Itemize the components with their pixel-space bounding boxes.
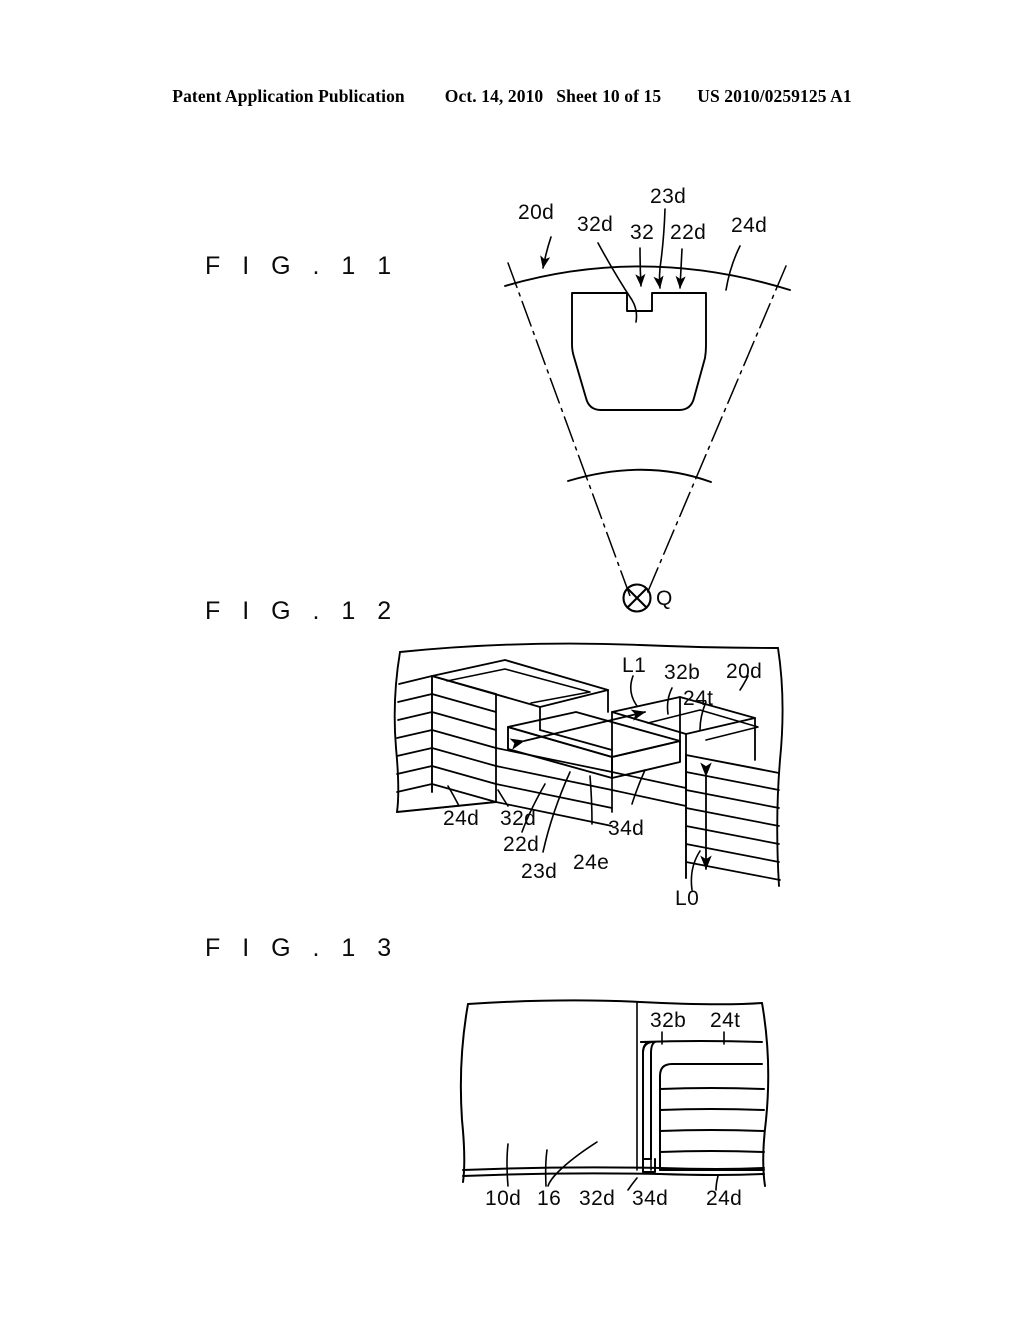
fig12-right-top-face-2 <box>647 709 759 741</box>
fig13-top-edge <box>467 999 763 1006</box>
fig12-label-22d: 22d <box>503 833 540 856</box>
drawing-canvas <box>393 208 791 1191</box>
fig11-label-24d: 24d <box>731 214 768 237</box>
fig11-label-32: 32 <box>630 221 655 244</box>
fig13-lead-lines <box>506 1141 719 1191</box>
fig13-label-24d: 24d <box>706 1187 743 1210</box>
fig12-tooth-top-left-inner <box>446 668 591 704</box>
fig13-break-left <box>459 1003 469 1183</box>
fig13-right-block-outline <box>659 1063 763 1171</box>
header-date: Oct. 14, 2010 <box>444 86 544 106</box>
fig12-label-20d: 20d <box>726 660 763 683</box>
fig12-label-32d: 32d <box>500 807 537 830</box>
fig12-right-stack-laminations <box>685 771 781 881</box>
fig13-24t-line <box>640 1040 763 1043</box>
fig12-dimension-L1 <box>509 709 646 750</box>
fig11-center-lines <box>507 262 787 597</box>
fig12-label-23d: 23d <box>521 860 558 883</box>
fig12-break-right <box>776 647 784 887</box>
fig13-label-32b: 32b <box>650 1009 687 1032</box>
fig12-label-34d: 34d <box>608 817 645 840</box>
fig11-label-Q: Q <box>656 587 673 610</box>
figure-11-caption: F I G . 1 1 <box>205 252 399 280</box>
fig11-label-22d: 22d <box>670 221 707 244</box>
fig12-label-24d: 24d <box>443 807 480 830</box>
fig12-L0-leader <box>690 850 701 891</box>
fig12-left-stack-laminations <box>396 675 497 803</box>
fig13-label-34d: 34d <box>632 1187 669 1210</box>
fig11-outer-arc <box>504 265 791 291</box>
header-sheet: Sheet 10 of 15 <box>556 86 662 106</box>
page-header: Patent Application Publication Oct. 14, … <box>0 86 1024 112</box>
fig12-label-24t: 24t <box>683 687 714 710</box>
fig11-label-23d: 23d <box>650 185 687 208</box>
fig12-label-32b: 32b <box>664 661 701 684</box>
fig12-label-24e: 24e <box>573 851 610 874</box>
fig11-slot-outline <box>571 292 707 411</box>
fig12-right-stack-top-edge <box>685 754 780 774</box>
fig11-inner-arc <box>567 468 712 483</box>
fig12-break-left <box>393 651 401 813</box>
fig11-axis-symbol-Q <box>622 583 652 613</box>
fig11-label-20d: 20d <box>518 201 555 224</box>
patent-sheet: Patent Application Publication Oct. 14, … <box>0 0 1024 1320</box>
figure-11-drawing <box>504 208 791 613</box>
fig13-label-32d: 32d <box>579 1187 616 1210</box>
fig12-right-block-edges <box>611 696 756 791</box>
header-publication: Patent Application Publication <box>172 86 405 106</box>
figure-13-caption: F I G . 1 3 <box>205 934 399 962</box>
fig13-label-16: 16 <box>537 1187 562 1210</box>
fig12-tooth-tip-right <box>611 740 681 779</box>
fig13-34d-foot <box>642 1158 656 1173</box>
fig13-laminations <box>659 1087 765 1171</box>
fig13-32b-corner-outer <box>640 1041 651 1171</box>
header-patent-number: US 2010/0259125 A1 <box>697 86 852 106</box>
figure-12-caption: F I G . 1 2 <box>205 597 399 625</box>
fig13-label-10d: 10d <box>485 1187 522 1210</box>
fig13-base-bottom <box>462 1172 765 1177</box>
fig12-tooth-tip-top <box>507 711 681 758</box>
fig12-label-L1: L1 <box>622 654 647 677</box>
fig13-lead-ticks <box>661 1031 725 1045</box>
fig12-center-body <box>495 689 613 803</box>
fig13-break-right <box>761 1002 770 1187</box>
fig13-label-24t: 24t <box>710 1009 741 1032</box>
fig12-tooth-top-left <box>431 659 609 708</box>
fig12-top-back-edge <box>399 642 779 653</box>
fig12-tooth-tip-front <box>507 726 613 779</box>
fig12-L1-leader <box>629 675 638 707</box>
fig12-label-L0: L0 <box>675 887 700 910</box>
fig13-32d-strip <box>642 1041 656 1160</box>
fig11-label-32d: 32d <box>577 213 614 236</box>
fig13-layer-16 <box>462 1166 765 1171</box>
